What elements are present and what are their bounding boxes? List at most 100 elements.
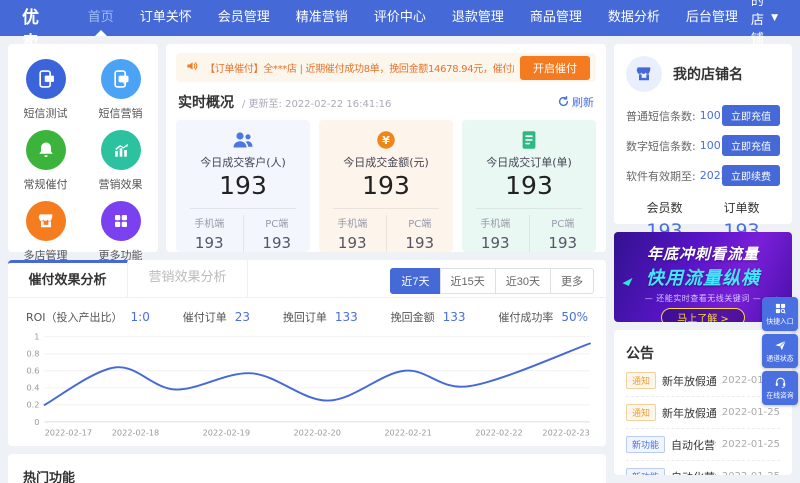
nav-item-order-care[interactable]: 订单关怀 [127, 0, 205, 36]
sms-balance-value: 100 [699, 109, 721, 122]
paper-plane-icon [774, 340, 786, 350]
phone-mail-icon [25, 59, 66, 99]
nav-item-analytics[interactable]: 数据分析 [595, 0, 673, 36]
analysis-stats-row: ROI（投入产出比） 1:0 催付订单 23 挽回订单 133 挽回金额 133 催付成… [8, 298, 606, 327]
customers-value: 193 [219, 171, 267, 200]
range-7d-button[interactable]: 近7天 [390, 268, 441, 294]
svg-text:0.8: 0.8 [26, 350, 39, 359]
notice-badge: 通知 [626, 372, 657, 389]
sidebar-item-label: 短信营销 [98, 107, 143, 120]
online-support-button[interactable]: 在线咨询 [762, 371, 798, 405]
announcement-text: 【订单催付】全***店 | 近期催付成功8单，挽回金额14678.94元，催付成… [205, 64, 514, 75]
svg-text:2022-02-19: 2022-02-19 [203, 429, 250, 438]
nav-item-home[interactable]: 首页 [75, 0, 127, 36]
svg-text:2022-02-22: 2022-02-22 [475, 429, 522, 438]
orders-value: 193 [505, 171, 553, 200]
tab-reminder-analysis[interactable]: 催付效果分析 [8, 260, 128, 297]
banner-cta-button[interactable]: 马上了解 > [661, 308, 745, 322]
license-expiry-value: 2022-03-01 [699, 169, 722, 182]
bell-icon [25, 130, 66, 170]
nav-item-marketing[interactable]: 精准营销 [283, 0, 361, 36]
digital-sms-row: 数字短信条数: 100 立即充值 [626, 135, 780, 156]
sidebar-item-multi-store[interactable]: 多店管理 [8, 192, 83, 263]
sms-balance-row: 普通短信条数: 100 立即充值 [626, 105, 780, 126]
amount-value: 193 [362, 171, 410, 200]
refresh-button[interactable]: 刷新 [558, 94, 594, 110]
users-icon [176, 129, 310, 151]
start-reminder-button[interactable]: 开启催付 [520, 55, 590, 80]
stat-card-customers: 今日成交客户(人) 193 手机端 193 PC端 193 [176, 120, 310, 252]
sidebar-item-sms-marketing[interactable]: 短信营销 [83, 50, 158, 121]
line-chart-svg: 0 0.2 0.4 0.6 0.8 1 2022-02-17 2022-02-18 2022-0… [26, 333, 591, 438]
main-nav: 首页 订单关怀 会员管理 精准营销 评价中心 退款管理 商品管理 数据分析 后台… [75, 0, 751, 36]
tab-marketing-analysis[interactable]: 营销效果分析 [128, 260, 248, 297]
bar-chart-icon [100, 130, 141, 170]
svg-text:2022-02-17: 2022-02-17 [45, 429, 92, 438]
notice-item[interactable]: 通知 新年放假通知！！！ 2022-01-25 [626, 397, 780, 429]
order-doc-icon [462, 129, 596, 151]
realtime-title: 实时概况 [178, 95, 234, 111]
realtime-overview-card: 【订单催付】全***店 | 近期催付成功8单，挽回金额14678.94元，催付成… [166, 44, 606, 252]
speaker-icon [185, 59, 199, 76]
range-more-button[interactable]: 更多 [550, 268, 594, 294]
svg-text:2022-02-18: 2022-02-18 [112, 429, 159, 438]
refresh-icon [559, 96, 569, 107]
roi-label: ROI（投入产出比） [26, 311, 123, 324]
channel-status-button[interactable]: 通道状态 [762, 334, 798, 368]
date-range-group: 近7天 近15天 近30天 更多 [390, 268, 594, 294]
notice-item[interactable]: 新功能 自动化营销功能上线 2022-01-25 [626, 429, 780, 461]
success-rate-label: 催付成功率 [498, 311, 554, 324]
svg-text:0.2: 0.2 [26, 401, 39, 410]
svg-text:¥: ¥ [382, 134, 390, 147]
sidebar-item-label: 常规催付 [23, 178, 68, 191]
recovered-amount-label: 挽回金额 [390, 311, 435, 324]
nav-item-reviews[interactable]: 评价中心 [361, 0, 439, 36]
store-icon [25, 201, 66, 241]
feature-badge: 新功能 [626, 468, 666, 475]
roi-value: 1:0 [130, 310, 150, 324]
range-15d-button[interactable]: 近15天 [439, 268, 496, 294]
sidebar-item-more[interactable]: 更多功能 [83, 192, 158, 263]
reminder-orders-value: 23 [234, 310, 250, 324]
notice-badge: 通知 [626, 404, 657, 421]
svg-text:2022-02-21: 2022-02-21 [384, 429, 431, 438]
nav-item-products[interactable]: 商品管理 [517, 0, 595, 36]
quick-actions-panel: 短信测试 短信营销 常规催付 营销效果 多店管理 更多功能 [8, 44, 158, 262]
recovered-orders-label: 挽回订单 [282, 311, 327, 324]
svg-text:0.6: 0.6 [26, 367, 39, 376]
license-expiry-row: 软件有效期至: 2022-03-01 立即续费 [626, 165, 780, 186]
recharge-digital-button[interactable]: 立即充值 [722, 135, 780, 156]
svg-text:0.4: 0.4 [26, 384, 39, 393]
recovered-orders-value: 133 [334, 310, 358, 324]
nav-item-admin[interactable]: 后台管理 [673, 0, 751, 36]
announcement-bar: 【订单催付】全***店 | 近期催付成功8单，挽回金额14678.94元，催付成… [176, 53, 596, 82]
renew-button[interactable]: 立即续费 [722, 165, 780, 186]
recovered-amount-value: 133 [442, 310, 466, 324]
quick-entry-button[interactable]: 快捷入口 [762, 297, 798, 331]
feature-badge: 新功能 [626, 436, 666, 453]
notice-item[interactable]: 通知 新年放假通知！！！ 2022-01-25 [626, 365, 780, 397]
announcements-title: 公告 [626, 346, 654, 362]
nav-item-refunds[interactable]: 退款管理 [439, 0, 517, 36]
reminder-orders-label: 催付订单 [182, 311, 227, 324]
nav-item-members[interactable]: 会员管理 [205, 0, 283, 36]
digital-sms-value: 100 [699, 139, 721, 152]
sidebar-item-payment-reminder[interactable]: 常规催付 [8, 121, 83, 192]
hot-features-title: 热门功能 [23, 471, 76, 483]
sidebar-item-marketing-effect[interactable]: 营销效果 [83, 121, 158, 192]
sidebar-item-sms-test[interactable]: 短信测试 [8, 50, 83, 121]
grid-icon [100, 201, 141, 241]
recharge-sms-button[interactable]: 立即充值 [722, 105, 780, 126]
banner-line1: 年底冲刺看流量 [646, 245, 759, 263]
svg-text:1: 1 [34, 333, 39, 342]
stat-card-amount: ¥ 今日成交金额(元) 193 手机端 193 PC端 193 [319, 120, 453, 252]
svg-text:2022-02-23: 2022-02-23 [542, 429, 589, 438]
analysis-card: 催付效果分析 营销效果分析 近7天 近15天 近30天 更多 ROI（投入产出比… [8, 260, 606, 446]
range-30d-button[interactable]: 近30天 [494, 268, 551, 294]
phone-chat-icon [100, 59, 141, 99]
line-chart: 0 0.2 0.4 0.6 0.8 1 2022-02-17 2022-02-18 2022-0… [8, 327, 606, 449]
stat-card-orders: 今日成交订单(单) 193 手机端 193 PC端 193 [462, 120, 596, 252]
top-navbar: M优卖 首页 订单关怀 会员管理 精准营销 评价中心 退款管理 商品管理 数据分… [0, 0, 800, 66]
headset-icon [775, 377, 785, 388]
notice-item[interactable]: 新功能 自动化营销功能上线 2022-01-25 [626, 461, 780, 475]
